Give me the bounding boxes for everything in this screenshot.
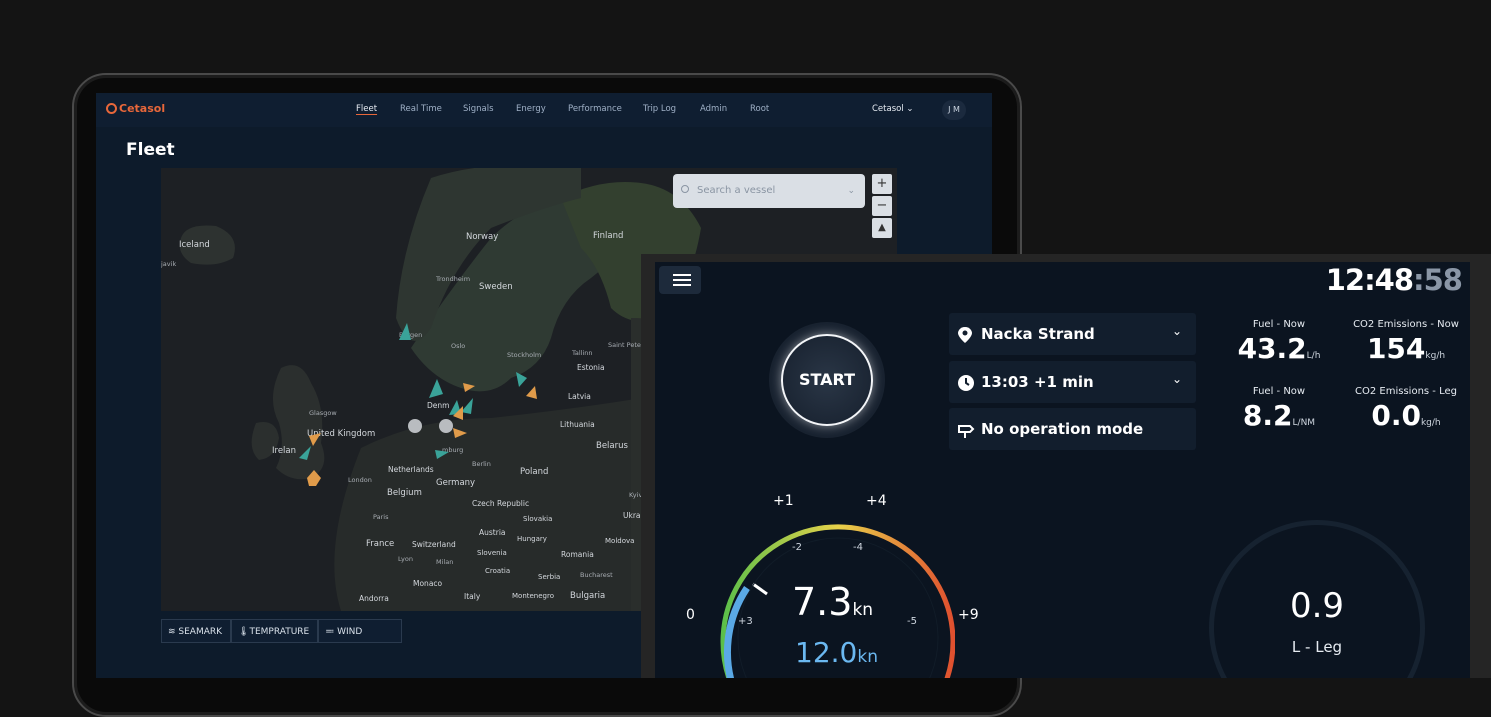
target-speed-value: 12.0 xyxy=(795,636,858,669)
speed-needle xyxy=(752,582,768,596)
vessel-marker-orange xyxy=(307,383,537,486)
account-menu[interactable]: Cetasol ⌄ xyxy=(872,104,914,114)
waves-icon: ≋ xyxy=(168,627,179,637)
gauge-inner-tick: -2 xyxy=(792,542,802,553)
speed-unit: kn xyxy=(852,600,874,620)
stat-number: 0.0 xyxy=(1371,399,1421,432)
cluster-marker xyxy=(439,419,453,433)
stat-label: CO2 Emissions - Now xyxy=(1353,319,1459,330)
operation-mode-value: No operation mode xyxy=(981,420,1144,438)
stat-label: Fuel - Now xyxy=(1252,386,1306,397)
cluster-marker xyxy=(408,419,422,433)
location-pin-icon xyxy=(958,327,972,343)
fuel-leg-stat: Fuel - Now 8.2L/NM xyxy=(1229,386,1329,432)
page-title: Fleet xyxy=(126,140,175,160)
gauge-tick: +1 xyxy=(773,493,794,509)
co2-now-stat: CO2 Emissions - Now 154kg/h xyxy=(1343,319,1469,365)
logo-icon xyxy=(106,103,117,114)
account-name: Cetasol xyxy=(872,104,904,114)
stat-label: Fuel - Now xyxy=(1252,319,1306,330)
speed-value: 7.3 xyxy=(792,580,853,624)
chevron-down-icon: ⌄ xyxy=(1171,372,1182,386)
gauge-inner-tick: -4 xyxy=(853,542,863,553)
clock: 12:48:58 xyxy=(1325,263,1463,297)
gauge-tick: +9 xyxy=(958,607,979,623)
current-speed: 7.3kn xyxy=(792,580,873,624)
seamark-label: SEAMARK xyxy=(178,627,223,637)
signpost-icon xyxy=(958,425,975,438)
gauge-inner-tick: -5 xyxy=(907,616,917,627)
menu-button[interactable] xyxy=(659,266,701,294)
gauge-inner-tick: +3 xyxy=(738,616,753,627)
stat-unit: kg/h xyxy=(1420,418,1441,428)
menu-icon-bar xyxy=(673,284,691,286)
menu-icon-bar xyxy=(673,279,691,281)
fuel-now-stat: Fuel - Now 43.2L/h xyxy=(1229,319,1329,365)
stat-unit: kg/h xyxy=(1425,351,1446,361)
stat-unit: L/h xyxy=(1306,351,1321,361)
stat-value: 8.2L/NM xyxy=(1229,399,1329,432)
chevron-down-icon: ⌄ xyxy=(906,104,914,114)
stat-value: 0.0kg/h xyxy=(1343,399,1469,432)
wind-label: WIND xyxy=(337,627,363,637)
nav-energy[interactable]: Energy xyxy=(516,104,546,114)
wind-toggle[interactable]: ≕ WIND xyxy=(318,619,403,643)
stat-number: 43.2 xyxy=(1237,332,1307,365)
clock-icon xyxy=(958,375,974,391)
temperature-label: TEMPRATURE xyxy=(249,627,310,637)
seamark-toggle[interactable]: ≋ SEAMARK xyxy=(161,619,232,643)
target-speed: 12.0kn xyxy=(795,636,878,669)
temperature-toggle[interactable]: 🌡TEMPRATURE xyxy=(231,619,319,643)
menu-icon xyxy=(673,274,691,276)
nav-real-time[interactable]: Real Time xyxy=(400,104,442,114)
departure-value: 13:03 +1 min xyxy=(981,373,1094,391)
avatar[interactable]: J M xyxy=(942,100,966,120)
map-layer-bar: ≋ SEAMARK 🌡TEMPRATURE ≕ WIND xyxy=(161,619,403,643)
leg-label: L - Leg xyxy=(1291,638,1343,656)
cetasol-logo[interactable]: Cetasol xyxy=(106,102,165,115)
target-speed-unit: kn xyxy=(857,647,878,667)
nav-fleet[interactable]: Fleet xyxy=(356,104,377,114)
stat-unit: L/NM xyxy=(1292,418,1316,428)
location-select[interactable]: Nacka Strand ⌄ xyxy=(949,313,1196,355)
leg-value: 0.9 xyxy=(1289,586,1345,626)
start-button[interactable]: START xyxy=(781,334,873,426)
nav-signals[interactable]: Signals xyxy=(463,104,494,114)
stat-value: 154kg/h xyxy=(1343,332,1469,365)
stat-number: 8.2 xyxy=(1242,399,1293,432)
gauge-tick: +4 xyxy=(866,493,887,509)
gauge-tick: 0 xyxy=(686,607,695,623)
vessel-marker-teal xyxy=(299,323,527,460)
location-value: Nacka Strand xyxy=(981,325,1095,343)
clock-seconds: :58 xyxy=(1413,263,1463,297)
departure-select[interactable]: 13:03 +1 min ⌄ xyxy=(949,361,1196,403)
stat-value: 43.2L/h xyxy=(1229,332,1329,365)
wind-icon: ≕ xyxy=(325,627,338,637)
thermometer-icon: 🌡 xyxy=(238,627,250,637)
start-button-halo: START xyxy=(769,322,885,438)
nav-performance[interactable]: Performance xyxy=(568,104,622,114)
vessel-dashboard: 12:48:58 START Nacka Strand ⌄ 13:03 +1 m… xyxy=(655,262,1470,678)
nav-root[interactable]: Root xyxy=(750,104,769,114)
co2-leg-stat: CO2 Emissions - Leg 0.0kg/h xyxy=(1343,386,1469,432)
chevron-down-icon: ⌄ xyxy=(1171,324,1182,338)
nav-admin[interactable]: Admin xyxy=(700,104,727,114)
stat-label: CO2 Emissions - Leg xyxy=(1355,386,1457,397)
brand-name: Cetasol xyxy=(119,102,166,115)
top-nav: Cetasol Fleet Real Time Signals Energy P… xyxy=(96,93,992,127)
operation-mode-select[interactable]: No operation mode xyxy=(949,408,1196,450)
nav-trip-log[interactable]: Trip Log xyxy=(643,104,676,114)
stat-number: 154 xyxy=(1366,332,1426,365)
clock-time: 12:48 xyxy=(1325,263,1414,297)
